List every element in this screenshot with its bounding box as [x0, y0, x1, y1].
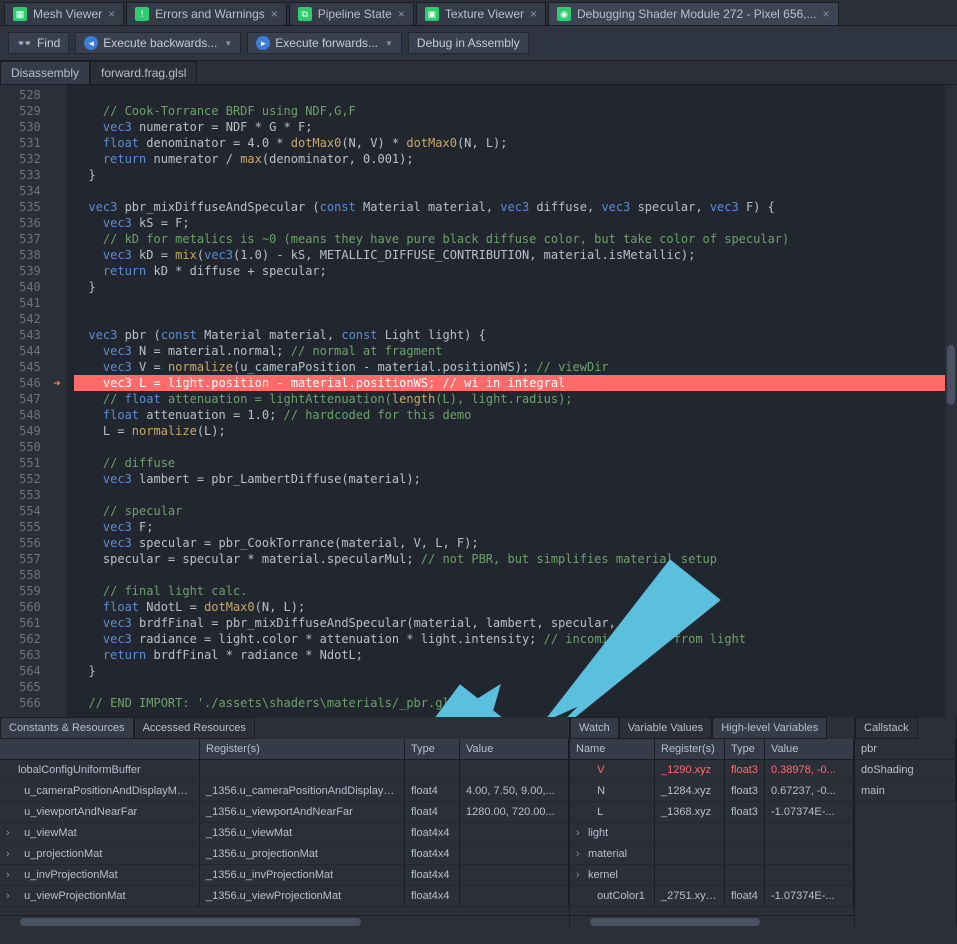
scrollbar-thumb[interactable]: [590, 918, 760, 926]
tab-pipeline[interactable]: ⧉ Pipeline State ×: [289, 2, 414, 25]
table-row[interactable]: u_viewportAndNearFar _1356.u_viewportAnd…: [0, 802, 569, 823]
step-back-icon: ◄: [84, 36, 98, 50]
bottom-panels: Constants & Resources Accessed Resources…: [0, 717, 957, 927]
table-row[interactable]: N _1284.xyz float3 0.67237, -0...: [570, 781, 854, 802]
button-label: Find: [37, 36, 60, 50]
debug-assembly-button[interactable]: Debug in Assembly: [408, 32, 529, 54]
breakpoint-gutter[interactable]: ➔: [48, 85, 66, 717]
scrollbar-thumb[interactable]: [20, 918, 361, 926]
tab-label: Errors and Warnings: [155, 7, 265, 21]
tab-disassembly[interactable]: Disassembly: [0, 61, 90, 84]
callstack-list: pbrdoShadingmain: [855, 739, 956, 927]
cube-icon: ▦: [13, 7, 27, 21]
table-row[interactable]: lobalConfigUniformBuffer: [0, 760, 569, 781]
table-row[interactable]: L _1368.xyz float3 -1.07374E-...: [570, 802, 854, 823]
table-header: Name Register(s) Type Value: [570, 739, 854, 760]
tab-texture[interactable]: ▣ Texture Viewer ×: [416, 2, 546, 25]
horizontal-scrollbar[interactable]: [0, 915, 569, 927]
execute-backwards-button[interactable]: ◄ Execute backwards... ▼: [75, 32, 241, 54]
col-value[interactable]: Value: [765, 739, 854, 759]
tab-label: Pipeline State: [318, 7, 392, 21]
tab-label: Debugging Shader Module 272 - Pixel 656,…: [577, 7, 817, 21]
callstack-item[interactable]: doShading: [855, 760, 956, 781]
callstack-item[interactable]: main: [855, 781, 956, 802]
tab-constants-resources[interactable]: Constants & Resources: [0, 717, 134, 739]
resources-panel: Constants & Resources Accessed Resources…: [0, 717, 570, 927]
chevron-down-icon: ▼: [224, 39, 232, 48]
close-icon[interactable]: ×: [271, 7, 278, 21]
table-header: Register(s) Type Value: [0, 739, 569, 760]
pipeline-icon: ⧉: [298, 7, 312, 21]
col-name[interactable]: [0, 739, 200, 759]
table-row[interactable]: › u_viewMat _1356.u_viewMat float4x4: [0, 823, 569, 844]
button-label: Execute forwards...: [275, 36, 378, 50]
find-button[interactable]: 👓 Find: [8, 32, 69, 54]
tab-mesh-viewer[interactable]: ▦ Mesh Viewer ×: [4, 2, 124, 25]
button-label: Execute backwards...: [103, 36, 217, 50]
tab-label: forward.frag.glsl: [101, 66, 186, 80]
table-row[interactable]: › u_projectionMat _1356.u_projectionMat …: [0, 844, 569, 865]
resources-panel-tabs: Constants & Resources Accessed Resources: [0, 717, 569, 739]
table-row[interactable]: outColor1 _2751.xyzw float4 -1.07374E-..…: [570, 886, 854, 907]
vertical-scrollbar[interactable]: [945, 85, 957, 717]
tab-watch[interactable]: Watch: [570, 717, 619, 739]
chevron-down-icon: ▼: [385, 39, 393, 48]
tab-variable-values[interactable]: Variable Values: [619, 717, 712, 739]
texture-icon: ▣: [425, 7, 439, 21]
callstack-item[interactable]: pbr: [855, 739, 956, 760]
col-name[interactable]: Name: [570, 739, 655, 759]
tab-callstack[interactable]: Callstack: [855, 717, 918, 739]
col-type[interactable]: Type: [405, 739, 460, 759]
tab-shader-debug[interactable]: ◉ Debugging Shader Module 272 - Pixel 65…: [548, 2, 839, 25]
tab-label: Texture Viewer: [445, 7, 524, 21]
table-row[interactable]: u_cameraPositionAndDisplayMode _1356.u_c…: [0, 781, 569, 802]
warning-icon: !: [135, 7, 149, 21]
button-label: Debug in Assembly: [417, 36, 520, 50]
document-tabs: ▦ Mesh Viewer × ! Errors and Warnings × …: [0, 0, 957, 26]
col-registers[interactable]: Register(s): [200, 739, 405, 759]
resources-table: Register(s) Type Value lobalConfigUnifor…: [0, 739, 569, 915]
col-value[interactable]: Value: [460, 739, 569, 759]
code-content[interactable]: // Cook-Torrance BRDF using NDF,G,F vec3…: [66, 85, 957, 717]
debug-icon: ◉: [557, 7, 571, 21]
col-registers[interactable]: Register(s): [655, 739, 725, 759]
col-type[interactable]: Type: [725, 739, 765, 759]
tab-accessed-resources[interactable]: Accessed Resources: [134, 717, 255, 739]
variables-panel: Watch Variable Values High-level Variabl…: [570, 717, 855, 927]
close-icon[interactable]: ×: [108, 7, 115, 21]
close-icon[interactable]: ×: [530, 7, 537, 21]
line-number-gutter: 528 529 530 531 532 533 534 535 536 537 …: [0, 85, 48, 717]
table-row[interactable]: V _1290.xyz float3 0.38978, -0...: [570, 760, 854, 781]
table-row[interactable]: ›kernel: [570, 865, 854, 886]
table-row[interactable]: › u_invProjectionMat _1356.u_invProjecti…: [0, 865, 569, 886]
source-tabs: Disassembly forward.frag.glsl: [0, 61, 957, 85]
close-icon[interactable]: ×: [398, 7, 405, 21]
tab-label: Mesh Viewer: [33, 7, 102, 21]
tab-high-level-vars[interactable]: High-level Variables: [712, 717, 827, 739]
tab-source-file[interactable]: forward.frag.glsl: [90, 61, 197, 84]
callstack-panel-tabs: Callstack: [855, 717, 956, 739]
debug-toolbar: 👓 Find ◄ Execute backwards... ▼ ► Execut…: [0, 26, 957, 61]
variables-table: Name Register(s) Type Value V _1290.xyz …: [570, 739, 854, 915]
callstack-panel: Callstack pbrdoShadingmain: [855, 717, 957, 927]
table-row[interactable]: › u_viewProjectionMat _1356.u_viewProjec…: [0, 886, 569, 907]
table-row[interactable]: ›material: [570, 844, 854, 865]
scrollbar-thumb[interactable]: [947, 345, 955, 405]
execute-forwards-button[interactable]: ► Execute forwards... ▼: [247, 32, 402, 54]
step-forward-icon: ►: [256, 36, 270, 50]
close-icon[interactable]: ×: [823, 7, 830, 21]
binoculars-icon: 👓: [17, 36, 32, 50]
horizontal-scrollbar[interactable]: [570, 915, 854, 927]
tab-errors[interactable]: ! Errors and Warnings ×: [126, 2, 287, 25]
code-editor[interactable]: 528 529 530 531 532 533 534 535 536 537 …: [0, 85, 957, 717]
variables-panel-tabs: Watch Variable Values High-level Variabl…: [570, 717, 854, 739]
tab-label: Disassembly: [11, 66, 79, 80]
table-row[interactable]: ›light: [570, 823, 854, 844]
